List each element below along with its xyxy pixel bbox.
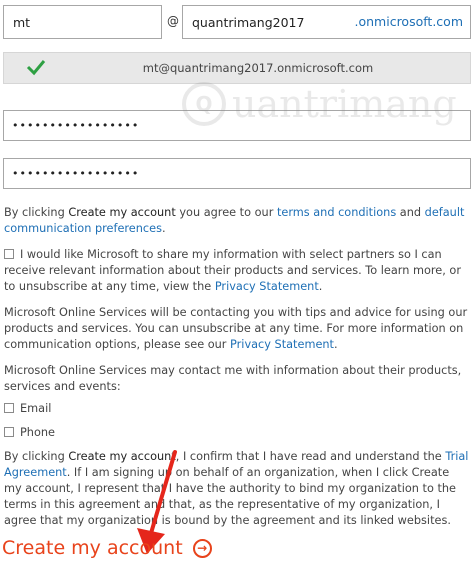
username-value: mt [13, 14, 31, 30]
domain-value: quantrimang2017 [192, 15, 305, 30]
phone-option: Phone [4, 426, 55, 439]
email-label: Email [20, 402, 52, 415]
agreement-paragraph: By clicking Create my account, I confirm… [4, 450, 469, 527]
create-account-label: Create my account [2, 537, 183, 559]
at-symbol: @ [167, 14, 179, 28]
phone-label: Phone [20, 426, 55, 439]
password-input[interactable]: ••••••••••••••••• [3, 110, 471, 141]
partners-checkbox[interactable] [4, 249, 14, 259]
password-mask: ••••••••••••••••• [12, 119, 140, 132]
availability-status: mt@quantrimang2017.onmicrosoft.com [3, 52, 471, 84]
phone-checkbox[interactable] [4, 427, 14, 437]
resolved-address: mt@quantrimang2017.onmicrosoft.com [142, 61, 374, 75]
confirm-password-input[interactable]: ••••••••••••••••• [3, 158, 471, 189]
account-name-row: mt @ quantrimang2017 .onmicrosoft.com [3, 5, 471, 39]
arrow-circle-right-icon: → [192, 538, 212, 558]
partners-optin: I would like Microsoft to share my infor… [4, 248, 461, 293]
terms-paragraph: By clicking Create my account you agree … [4, 206, 465, 235]
contact-options-text: Microsoft Online Services may contact me… [4, 364, 462, 393]
username-input[interactable]: mt [3, 5, 162, 39]
create-account-button[interactable]: Create my account → [2, 537, 212, 559]
email-checkbox[interactable] [4, 403, 14, 413]
privacy-statement-link[interactable]: Privacy Statement [215, 280, 319, 293]
terms-link[interactable]: terms and conditions [277, 206, 396, 219]
domain-suffix: .onmicrosoft.com [354, 14, 464, 29]
confirm-password-mask: ••••••••••••••••• [12, 167, 140, 180]
email-option: Email [4, 402, 51, 415]
domain-input[interactable]: quantrimang2017 .onmicrosoft.com [182, 5, 471, 39]
contact-notice: Microsoft Online Services will be contac… [4, 306, 468, 351]
privacy-statement-link-2[interactable]: Privacy Statement [230, 338, 334, 351]
